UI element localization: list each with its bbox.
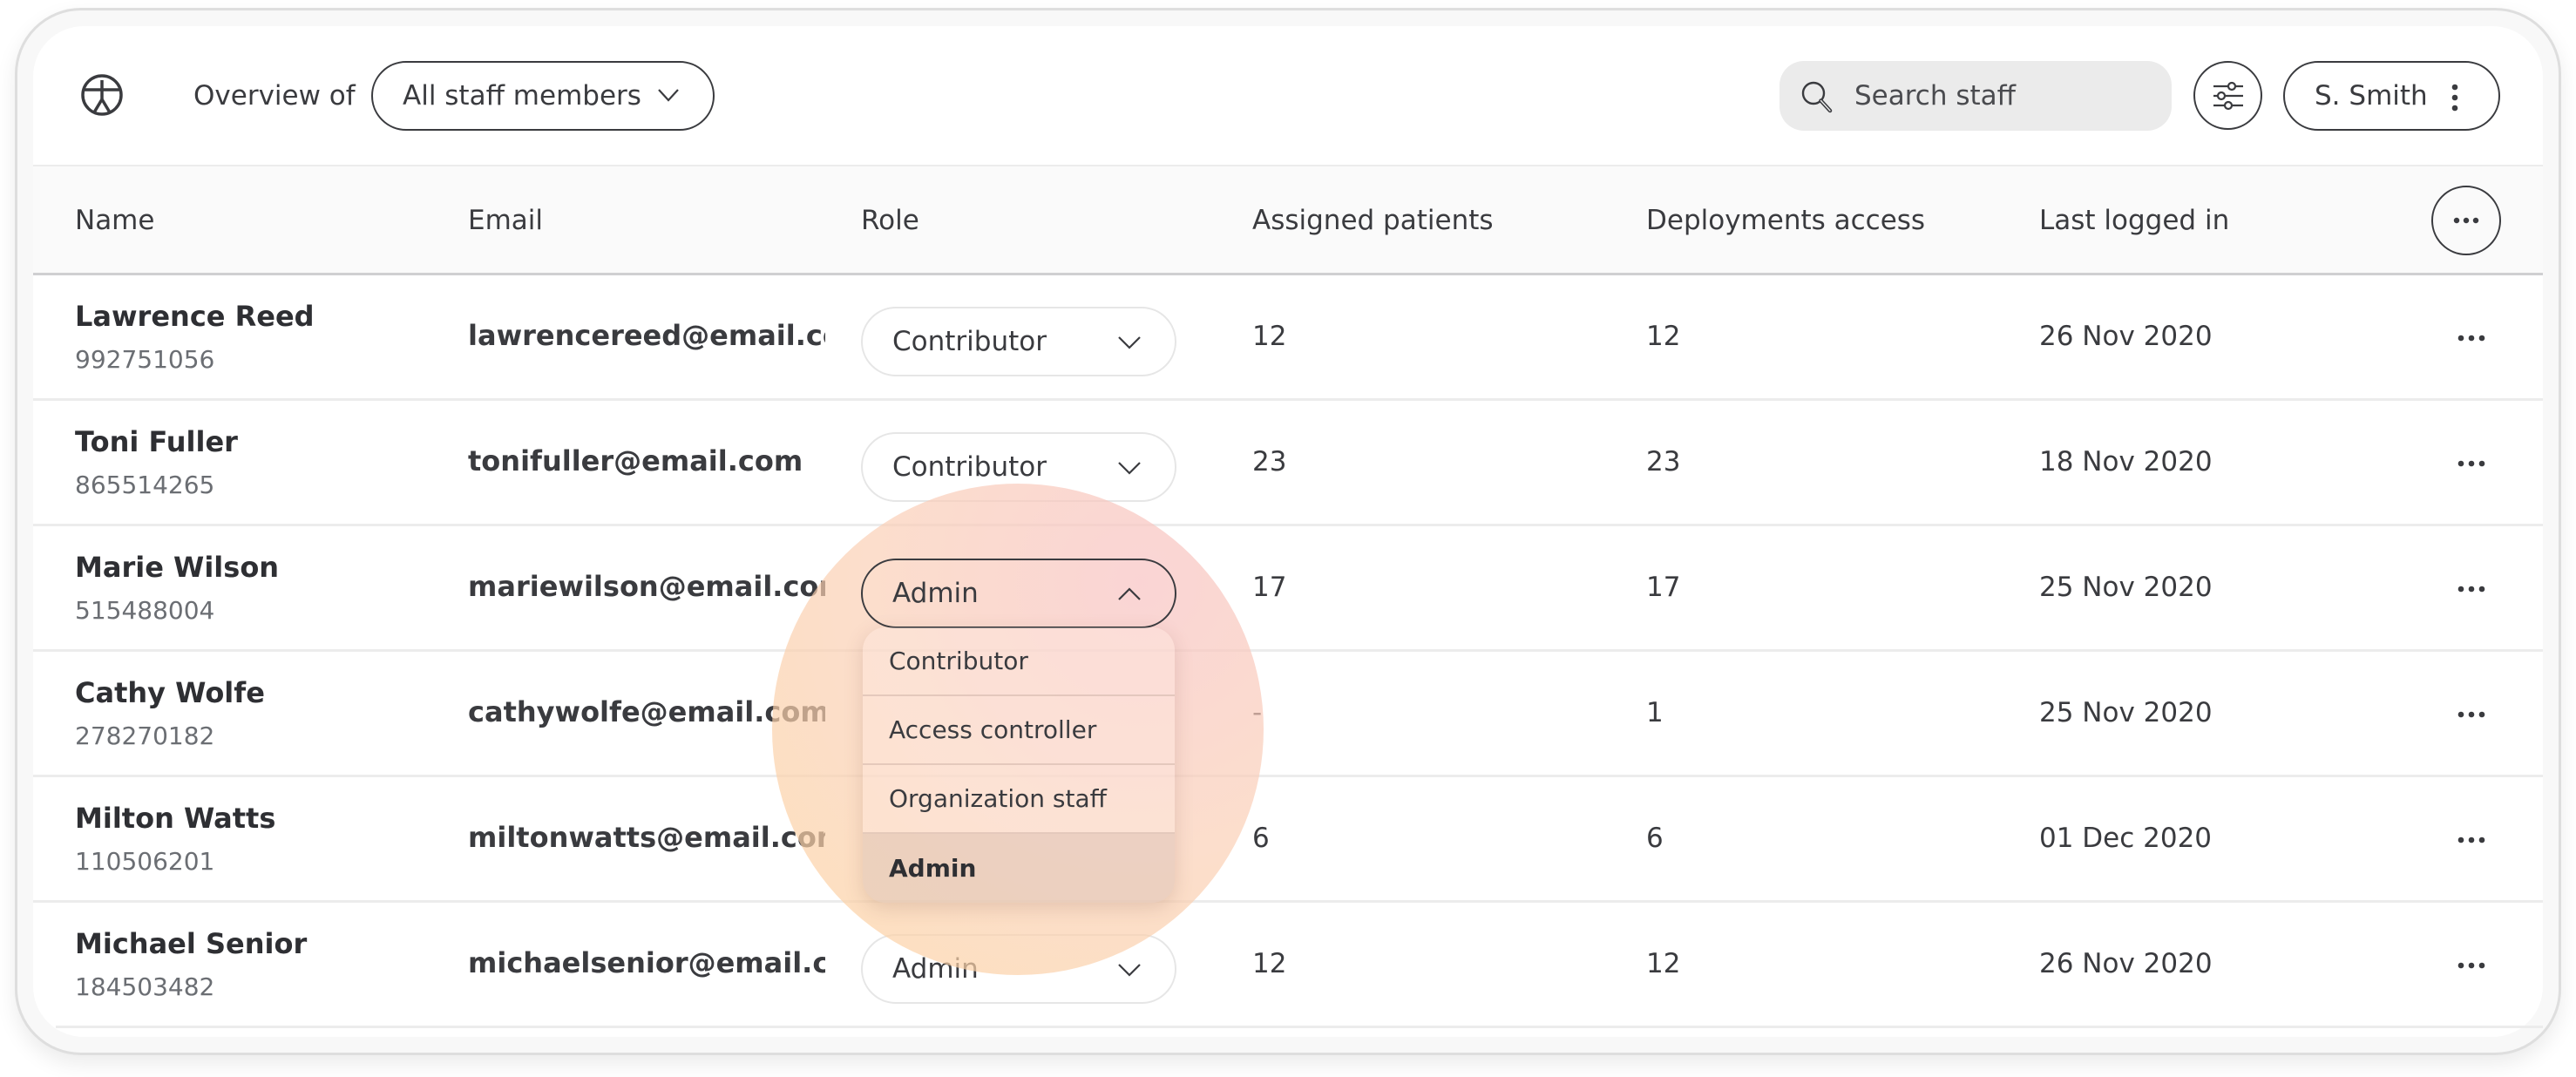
column-header-role[interactable]: Role — [861, 203, 919, 238]
more-horizontal-icon[interactable] — [2456, 455, 2487, 472]
staff-filter-value: All staff members — [403, 80, 641, 112]
more-horizontal-icon[interactable] — [2456, 831, 2487, 849]
staff-email: miltonwatts@email.com — [468, 821, 825, 854]
role-value: Admin — [892, 578, 979, 609]
role-value: Admin — [892, 953, 979, 985]
search-input[interactable] — [1854, 61, 2151, 131]
staff-id: 184503482 — [75, 972, 215, 1001]
role-value: Contributor — [892, 326, 1047, 357]
deployments-access: 6 — [1646, 823, 1664, 854]
last-logged-in: 25 Nov 2020 — [2039, 697, 2213, 728]
role-value: Contributor — [892, 451, 1047, 483]
staff-email: lawrencereed@email.com — [468, 319, 825, 352]
last-logged-in: 18 Nov 2020 — [2039, 446, 2213, 478]
role-option-access-controller[interactable]: Access controller — [863, 696, 1175, 765]
table-row[interactable]: Marie Wilson 515488004 mariewilson@email… — [33, 526, 2543, 652]
search-field[interactable] — [1779, 61, 2172, 131]
chevron-up-icon — [1118, 587, 1141, 600]
deployments-access: 1 — [1646, 697, 1664, 728]
column-header-assigned-patients[interactable]: Assigned patients — [1252, 203, 1494, 238]
search-icon — [1801, 81, 1833, 113]
role-option-organization-staff[interactable]: Organization staff — [863, 765, 1175, 834]
more-horizontal-icon[interactable] — [2456, 957, 2487, 974]
more-horizontal-icon[interactable] — [2456, 580, 2487, 598]
column-header-email[interactable]: Email — [468, 203, 543, 238]
column-header-last-logged-in[interactable]: Last logged in — [2039, 203, 2229, 238]
staff-email: mariewilson@email.com — [468, 570, 825, 603]
table-options-button[interactable] — [2431, 186, 2501, 255]
more-horizontal-icon[interactable] — [2456, 329, 2487, 347]
staff-table-body: Lawrence Reed 992751056 lawrencereed@ema… — [33, 275, 2543, 1028]
column-header-name[interactable]: Name — [75, 203, 154, 238]
staff-id: 992751056 — [75, 345, 215, 374]
staff-filter-dropdown[interactable]: All staff members — [371, 61, 715, 131]
table-header: Name Email Role Assigned patients Deploy… — [33, 165, 2543, 275]
assigned-patients: 12 — [1252, 321, 1287, 352]
chevron-down-icon — [658, 89, 679, 102]
table-row[interactable]: Michael Senior 184503482 michaelsenior@e… — [56, 903, 2543, 1028]
staff-email: cathywolfe@email.com — [468, 695, 825, 728]
person-in-circle-logo-icon — [81, 74, 123, 116]
table-row[interactable]: Toni Fuller 865514265 tonifuller@email.c… — [33, 401, 2543, 526]
column-header-deployments-access[interactable]: Deployments access — [1646, 203, 1925, 238]
staff-name: Marie Wilson — [75, 551, 280, 584]
chevron-down-icon — [1118, 462, 1141, 475]
last-logged-in: 26 Nov 2020 — [2039, 948, 2213, 979]
role-option-contributor[interactable]: Contributor — [863, 627, 1175, 696]
assigned-patients: 17 — [1252, 572, 1287, 603]
role-options-menu: Contributor Access controller Organizati… — [863, 627, 1175, 903]
more-horizontal-icon — [2453, 217, 2479, 224]
last-logged-in: 26 Nov 2020 — [2039, 321, 2213, 352]
table-row[interactable]: Lawrence Reed 992751056 lawrencereed@ema… — [33, 275, 2543, 401]
filter-button[interactable] — [2193, 61, 2262, 130]
kebab-vertical-icon — [2451, 84, 2458, 112]
last-logged-in: 25 Nov 2020 — [2039, 572, 2213, 603]
deployments-access: 12 — [1646, 948, 1681, 979]
role-dropdown[interactable]: Contributor — [861, 432, 1176, 502]
staff-id: 110506201 — [75, 847, 215, 876]
role-option-admin[interactable]: Admin — [863, 834, 1175, 903]
role-dropdown-open[interactable]: Admin — [861, 559, 1176, 628]
staff-name: Michael Senior — [75, 927, 308, 960]
user-name: S. Smith — [2315, 80, 2428, 112]
role-dropdown[interactable]: Contributor — [861, 307, 1176, 376]
last-logged-in: 01 Dec 2020 — [2039, 823, 2213, 854]
staff-name: Lawrence Reed — [75, 300, 315, 333]
chevron-down-icon — [1118, 336, 1141, 349]
assigned-patients: 6 — [1252, 823, 1270, 854]
overview-label: Overview of — [193, 80, 356, 112]
staff-email: tonifuller@email.com — [468, 444, 803, 478]
assigned-patients: 12 — [1252, 948, 1287, 979]
user-menu-button[interactable]: S. Smith — [2283, 61, 2500, 131]
staff-name: Cathy Wolfe — [75, 676, 265, 709]
assigned-patients: 23 — [1252, 446, 1287, 478]
sliders-icon — [2213, 81, 2243, 110]
more-horizontal-icon[interactable] — [2456, 706, 2487, 723]
deployments-access: 23 — [1646, 446, 1681, 478]
staff-name: Milton Watts — [75, 802, 276, 835]
staff-name: Toni Fuller — [75, 425, 238, 458]
deployments-access: 17 — [1646, 572, 1681, 603]
role-dropdown[interactable]: Admin — [861, 934, 1176, 1004]
staff-id: 278270182 — [75, 721, 215, 750]
assigned-patients: - — [1252, 697, 1263, 728]
staff-id: 515488004 — [75, 596, 215, 625]
deployments-access: 12 — [1646, 321, 1681, 352]
chevron-down-icon — [1118, 964, 1141, 977]
staff-id: 865514265 — [75, 471, 215, 499]
table-row[interactable]: Milton Watts 110506201 miltonwatts@email… — [33, 777, 2543, 903]
table-row[interactable]: Cathy Wolfe 278270182 cathywolfe@email.c… — [33, 652, 2543, 777]
staff-email: michaelsenior@email.com — [468, 946, 825, 979]
